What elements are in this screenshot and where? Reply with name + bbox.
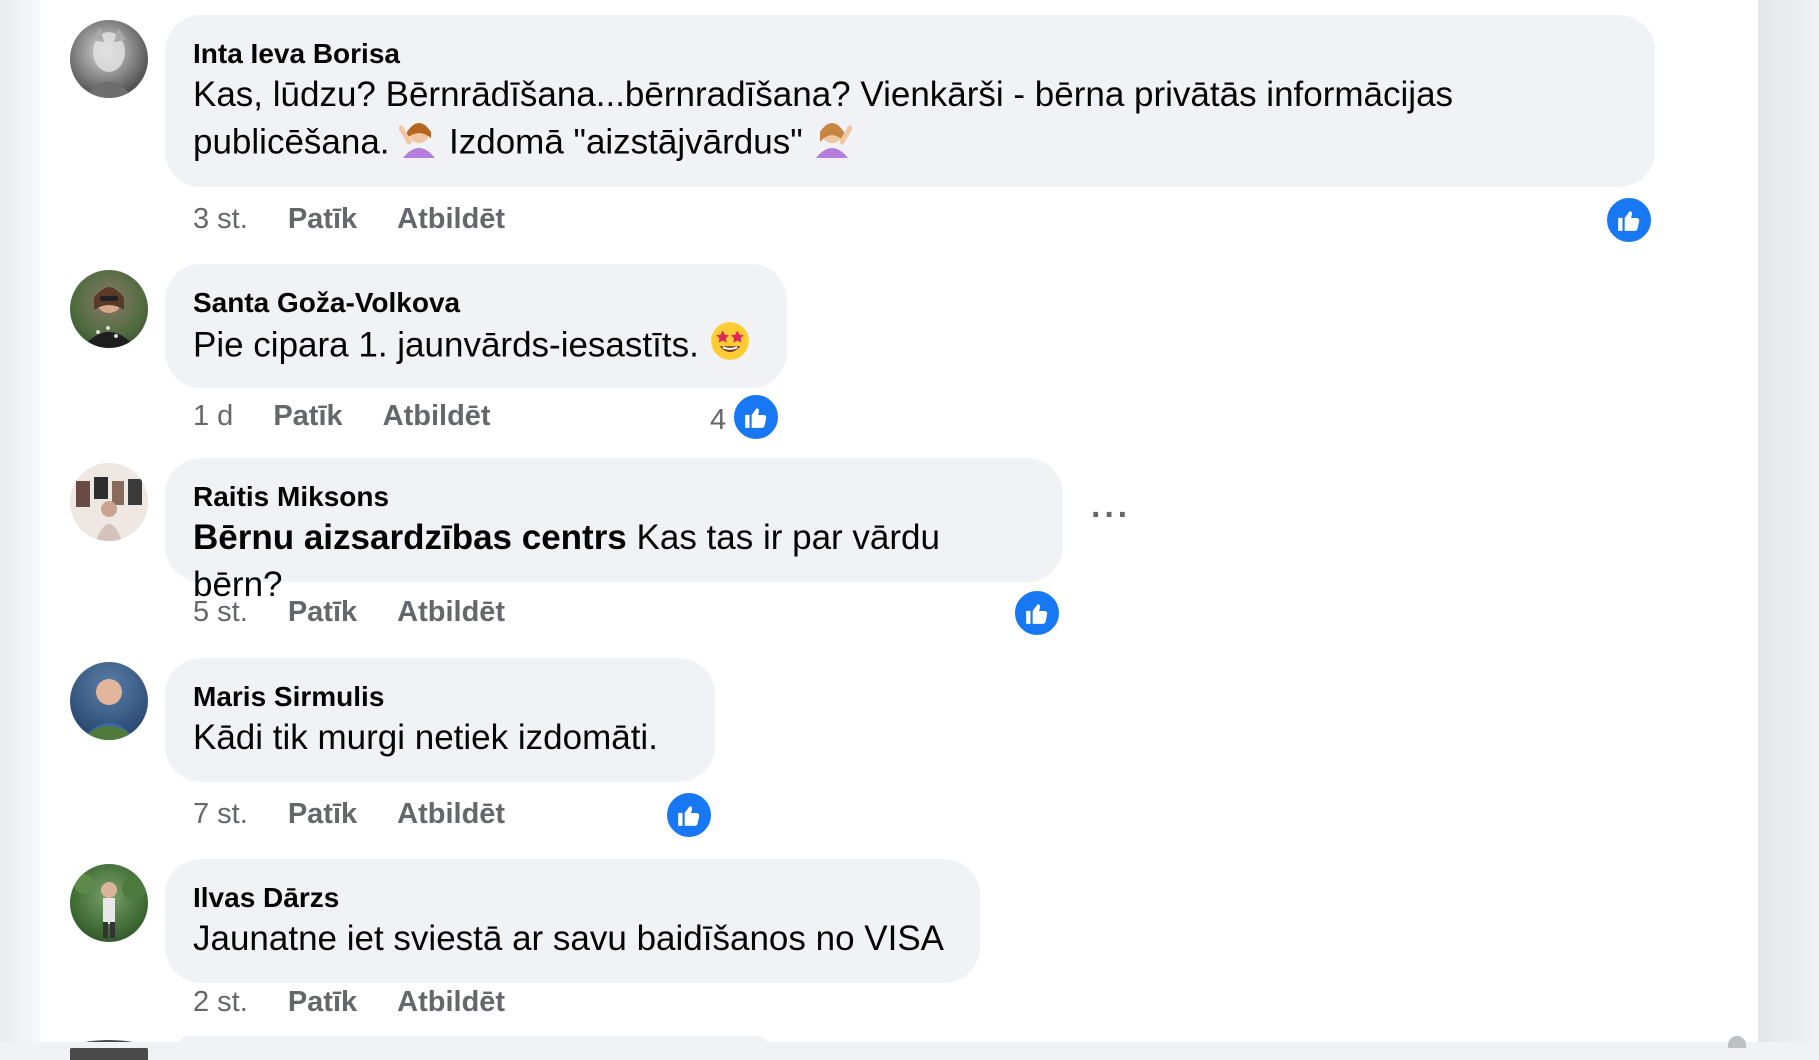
comment-text-part: Pie cipara 1. jaunvārds-iesastīts. [193,325,699,365]
like-link[interactable]: Patīk [288,798,357,831]
thumbs-up-icon[interactable] [731,392,781,442]
comment-actions: 1 d Patīk Atbildēt [193,400,491,433]
comment-actions: 2 st. Patīk Atbildēt [193,986,505,1019]
comment-text: Jaunatne iet sviestā ar savu baidīšanos … [193,919,945,958]
star-struck-emoji [709,320,751,374]
comment-bubble: Inta Ieva Borisa Kas, lūdzu? Bērnrādīšan… [165,15,1655,187]
mention-link[interactable]: Bērnu aizsardzības centrs [193,518,627,557]
comment-text: Pie cipara 1. jaunvārds-iesastīts. [193,320,759,374]
comment-bubble: Santa Goža-Volkova Pie cipara 1. jaunvār… [165,264,787,388]
comment-author[interactable]: Maris Sirmulis [193,680,687,714]
comment-text: Bērnu aizsardzības centrs Kas tas ir par… [193,514,1035,608]
comment-author[interactable]: Raitis Miksons [193,480,1035,514]
scrollbar-thumb[interactable] [1728,1036,1746,1048]
comment-time[interactable]: 3 st. [193,203,248,236]
comment-text-part: Izdomā "aizstājvārdus" [449,122,803,162]
comment-time[interactable]: 1 d [193,400,233,433]
comment-author[interactable]: Ilvas Dārzs [193,881,952,915]
like-link[interactable]: Patīk [288,986,357,1019]
comment-author[interactable]: Inta Ieva Borisa [193,37,1627,71]
thumbs-up-icon[interactable] [664,790,714,840]
reply-link[interactable]: Atbildēt [383,400,491,433]
woman-raising-hand-emoji [812,118,853,170]
reply-link[interactable]: Atbildēt [397,798,505,831]
comment-text-part: publicēšana. [193,122,390,162]
avatar[interactable] [70,864,148,942]
comment-bubble: Maris Sirmulis Kādi tik murgi netiek izd… [165,658,715,782]
comment-actions: 5 st. Patīk Atbildēt [193,596,505,629]
comment-time[interactable]: 7 st. [193,798,248,831]
comment-actions: 7 st. Patīk Atbildēt [193,798,505,831]
comment-text: Kādi tik murgi netiek izdomāti. [193,718,658,757]
like-link[interactable]: Patīk [288,596,357,629]
comment-author[interactable]: Santa Goža-Volkova [193,286,759,320]
more-options-icon[interactable]: ··· [1091,496,1131,535]
comment-actions: 3 st. Patīk Atbildēt [193,203,505,236]
reply-link[interactable]: Atbildēt [397,596,505,629]
like-link[interactable]: Patīk [273,400,342,433]
comment-text: Kas, lūdzu? Bērnrādīšana...bērnradīšana?… [193,71,1627,170]
avatar[interactable] [70,463,148,541]
comment-time[interactable]: 2 st. [193,986,248,1019]
thumbs-up-icon[interactable] [1012,588,1062,638]
reply-link[interactable]: Atbildēt [397,986,505,1019]
bottom-edge [0,1042,1819,1048]
comment-bubble: Ilvas Dārzs Jaunatne iet sviestā ar savu… [165,859,980,983]
avatar[interactable] [70,270,148,348]
like-link[interactable]: Patīk [288,203,357,236]
woman-raising-hand-emoji [398,118,439,170]
comment-bubble: Raitis Miksons Bērnu aizsardzības centrs… [165,458,1063,604]
avatar[interactable] [70,20,148,98]
left-margin [0,0,40,1042]
right-margin [1758,0,1819,1042]
reaction-count[interactable]: 4 [710,404,726,437]
reply-link[interactable]: Atbildēt [397,203,505,236]
avatar[interactable] [70,662,148,740]
comment-text-line: Kas, lūdzu? Bērnrādīšana...bērnradīšana?… [193,75,1454,114]
comment-time[interactable]: 5 st. [193,596,248,629]
thumbs-up-icon[interactable] [1604,195,1654,245]
